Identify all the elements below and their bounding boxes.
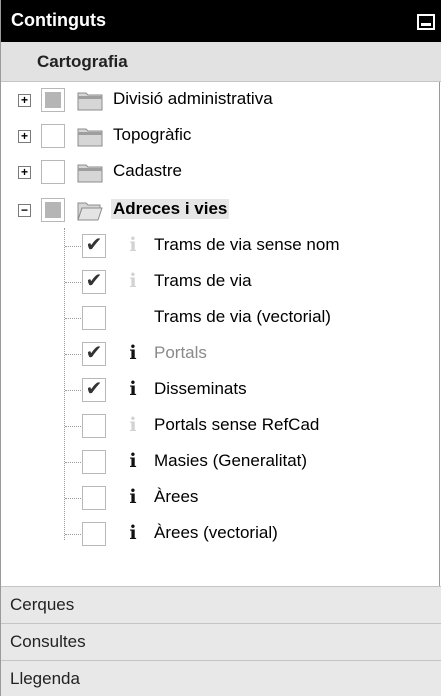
info-icon[interactable]: i [127,234,139,256]
group-row-divisio[interactable]: + Divisió administrativa [1,82,441,118]
layer-row[interactable]: ✔ i Disseminats [1,372,441,408]
group-row-adreces[interactable]: − Adreces i vies [1,192,441,228]
tree-branch [65,426,81,427]
group-row-topografic[interactable]: + Topogràfic [1,118,441,154]
folder-icon [77,164,103,183]
tree-branch [65,246,81,247]
tree-branch [65,498,81,499]
tree-branch [65,282,81,283]
panel-title: Continguts [11,10,106,30]
layer-row[interactable]: i Àrees [1,480,441,516]
group-label: Divisió administrativa [113,89,273,108]
info-icon[interactable]: i [127,342,139,364]
layer-checkbox[interactable] [82,414,106,438]
group-checkbox[interactable] [41,88,65,112]
group-row-cadastre[interactable]: + Cadastre [1,154,441,190]
folder-icon [77,92,103,111]
layer-label: Àrees [154,487,199,506]
section-llegenda[interactable]: Llegenda [1,660,441,696]
info-icon[interactable]: i [127,270,139,292]
layer-checkbox[interactable] [82,522,106,546]
folder-icon [77,128,103,147]
layer-checkbox[interactable] [82,450,106,474]
group-label: Cadastre [113,161,182,180]
layer-row[interactable]: Trams de via (vectorial) [1,300,441,336]
minimize-icon[interactable] [417,14,435,30]
section-cartografia[interactable]: Cartografia [1,42,441,82]
expand-icon[interactable]: + [18,130,31,143]
layer-row[interactable]: i Masies (Generalitat) [1,444,441,480]
info-icon[interactable]: i [127,450,139,472]
layer-checkbox[interactable]: ✔ [82,342,106,366]
section-label: Consultes [10,632,86,651]
layer-row[interactable]: ✔ i Trams de via sense nom [1,228,441,264]
layer-label: Portals [154,343,207,362]
layer-label: Trams de via sense nom [154,235,340,254]
layer-label: Àrees (vectorial) [154,523,278,542]
layer-tree: + Divisió administrativa + Topogràfic + [1,82,441,586]
section-label: Llegenda [10,669,80,688]
tree-branch [65,318,81,319]
layer-checkbox[interactable]: ✔ [82,378,106,402]
expand-icon[interactable]: + [18,94,31,107]
info-icon[interactable]: i [127,378,139,400]
tree-branch [65,390,81,391]
layer-label: Trams de via [154,271,252,290]
section-label: Cartografia [37,52,128,71]
group-checkbox[interactable] [41,160,65,184]
layer-label: Portals sense RefCad [154,415,320,434]
info-icon[interactable]: i [127,414,139,436]
layer-checkbox[interactable] [82,306,106,330]
group-label: Adreces i vies [111,199,230,219]
layer-checkbox[interactable] [82,486,106,510]
layer-row[interactable]: i Portals sense RefCad [1,408,441,444]
panel-header: Continguts [1,0,441,42]
tree-branch [65,462,81,463]
layer-row[interactable]: ✔ i Trams de via [1,264,441,300]
layer-label: Masies (Generalitat) [154,451,308,470]
tree-branch [65,534,81,535]
layer-row[interactable]: ✔ i Portals [1,336,441,372]
section-cerques[interactable]: Cerques [1,586,441,623]
layer-label: Trams de via (vectorial) [154,307,331,326]
group-checkbox[interactable] [41,198,65,222]
section-consultes[interactable]: Consultes [1,623,441,660]
layer-label: Disseminats [154,379,247,398]
tree-branch [65,354,81,355]
section-label: Cerques [10,595,75,614]
expand-icon[interactable]: + [18,166,31,179]
group-checkbox[interactable] [41,124,65,148]
open-folder-icon [77,202,103,221]
layer-checkbox[interactable]: ✔ [82,234,106,258]
info-icon[interactable]: i [127,522,139,544]
layer-checkbox[interactable]: ✔ [82,270,106,294]
contents-panel: Continguts Cartografia + Divisió adminis… [0,0,441,696]
group-label: Topogràfic [113,125,192,144]
layer-row[interactable]: i Àrees (vectorial) [1,516,441,552]
info-icon[interactable]: i [127,486,139,508]
collapse-icon[interactable]: − [18,204,31,217]
